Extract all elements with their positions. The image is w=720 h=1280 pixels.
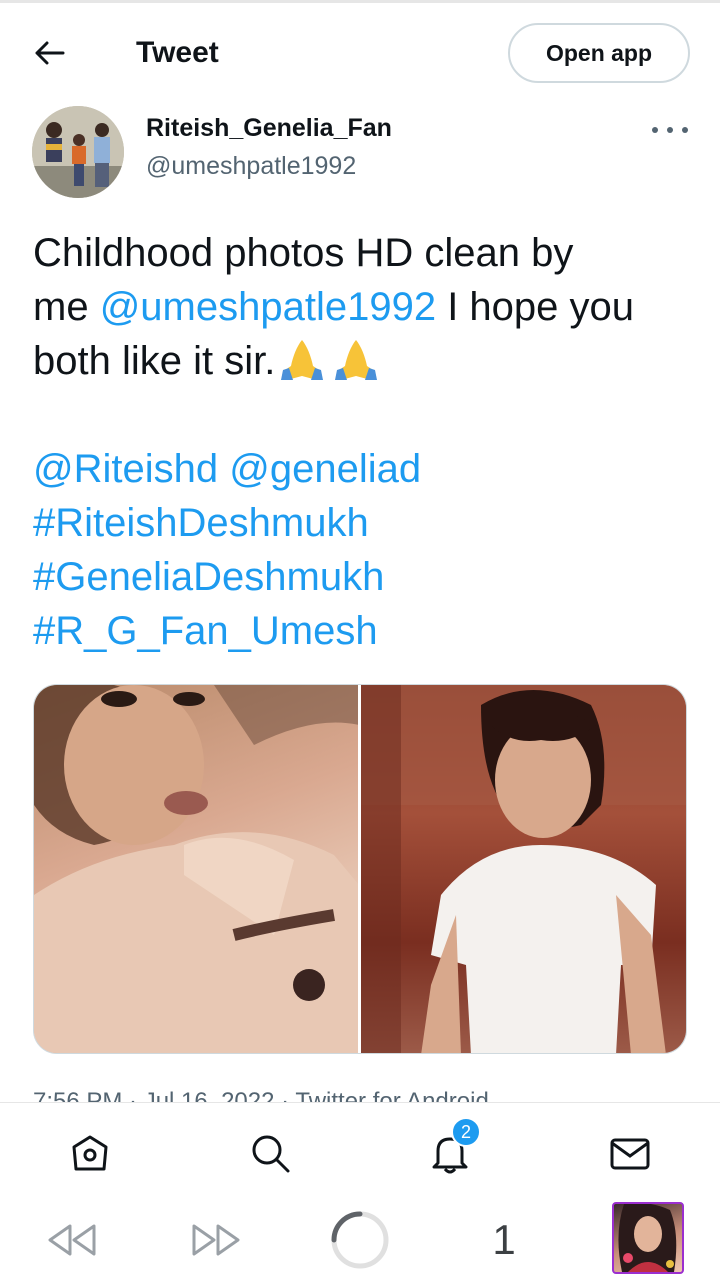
profile-thumbnail[interactable] [612,1202,684,1274]
browser-nav-bar: 1 [0,1198,720,1280]
back-arrow-icon[interactable] [30,33,70,73]
bottom-tab-bar [0,1102,720,1198]
folded-hands-icon [329,336,383,382]
author-name[interactable]: Riteish_Genelia_Fan [146,114,392,143]
open-app-button[interactable]: Open app [508,23,690,83]
avatar[interactable] [32,106,124,198]
hashtag-link[interactable]: #R_G_Fan_Umesh [33,609,378,653]
mention-link[interactable]: @geneliad [229,447,421,491]
search-icon[interactable] [246,1129,294,1177]
tweet-text: Childhood photos HD clean by me @umeshpa… [33,226,693,658]
tweet-text-segment: me [33,285,100,329]
mention-link[interactable]: @umeshpatle1992 [100,285,436,329]
author-handle[interactable]: @umeshpatle1992 [146,152,356,181]
messages-envelope-icon[interactable] [606,1129,654,1177]
home-icon[interactable] [66,1129,114,1177]
tweet-media [33,684,687,1054]
hashtag-link[interactable]: #RiteishDeshmukh [33,501,369,545]
tweet-text-line: Childhood photos HD clean by [33,231,574,275]
tweet-author: Riteish_Genelia_Fan @umeshpatle1992 [0,100,720,210]
tweet-timestamp: 7:56 PM · Jul 16, 2022 · Twitter for And… [33,1088,489,1102]
top-app-bar: Tweet Open app [0,0,720,96]
more-options-icon[interactable] [652,116,688,144]
notification-count-badge: 2 [451,1117,481,1147]
page-title: Tweet [136,36,219,69]
open-tabs-count[interactable]: 1 [480,1210,528,1270]
folded-hands-icon [275,336,329,382]
rewind-back-icon[interactable] [44,1210,100,1270]
tweet-photo-girl[interactable] [360,685,686,1053]
hashtag-link[interactable]: #GeneliaDeshmukh [33,555,384,599]
tweet-photo-boy[interactable] [34,685,358,1053]
mention-link[interactable]: @Riteishd [33,447,218,491]
loading-circle-icon[interactable] [328,1210,392,1270]
fast-forward-icon[interactable] [188,1210,244,1270]
